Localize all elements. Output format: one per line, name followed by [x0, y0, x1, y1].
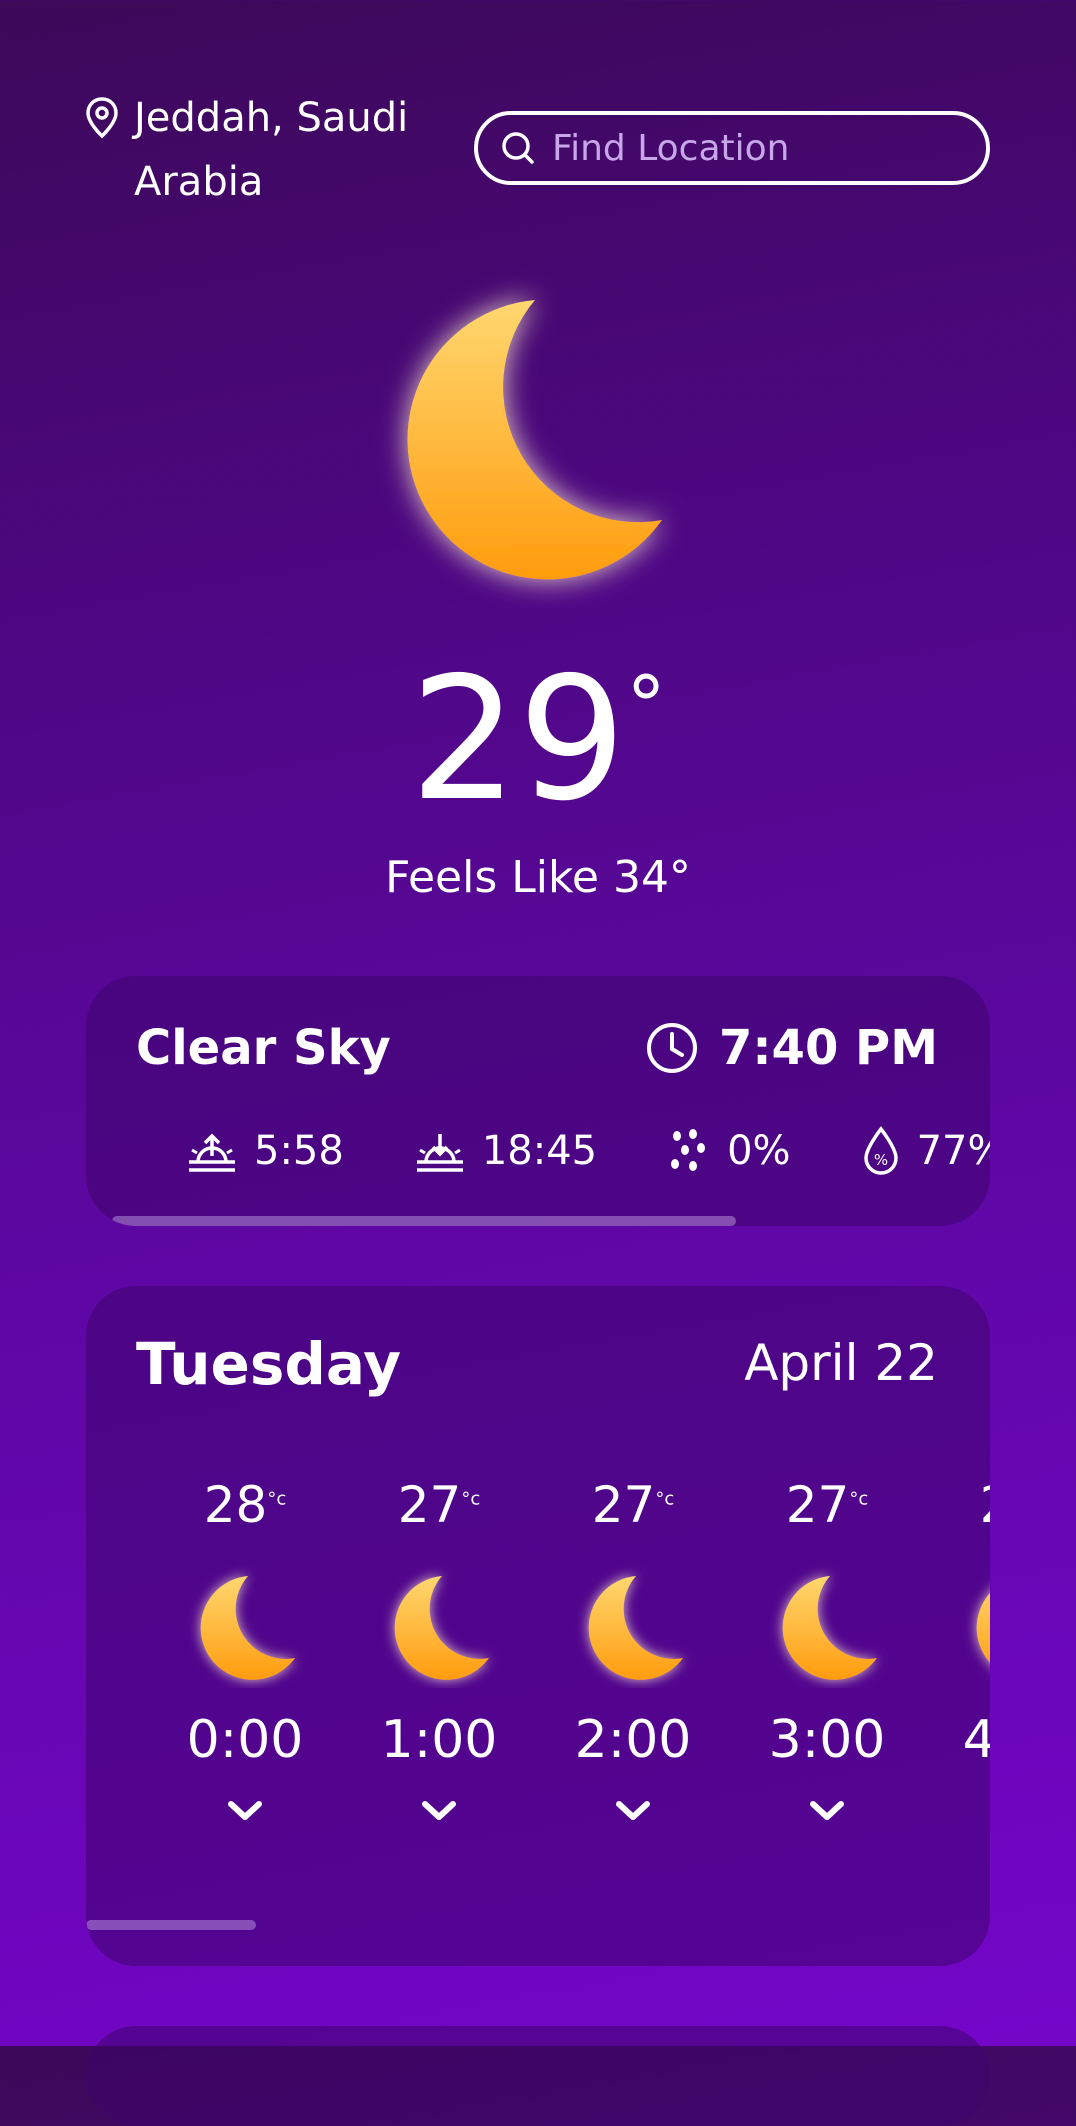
moon-icon: [588, 1576, 683, 1680]
conditions-card[interactable]: Clear Sky 7:40 PM 5:58 18:45 0% % 77: [86, 976, 990, 1226]
map-pin-icon: [86, 97, 118, 139]
hour-item[interactable]: 27°c 4:00: [924, 1476, 990, 1822]
location-name: Jeddah, Saudi Arabia: [134, 95, 409, 205]
humidity-icon: %: [863, 1126, 898, 1175]
hour-temp: 27°c: [591, 1476, 675, 1534]
hour-item[interactable]: 27°c 3:00: [730, 1476, 924, 1822]
search-input[interactable]: [550, 126, 954, 170]
hour-temp: 27°c: [980, 1476, 990, 1536]
stats-scrollbar[interactable]: [112, 1216, 736, 1226]
stats-row[interactable]: 5:58 18:45 0% % 77: [186, 1126, 990, 1176]
moon-icon: [407, 300, 662, 580]
chevron-down-icon[interactable]: [615, 1800, 651, 1822]
forecast-day: Tuesday: [136, 1330, 402, 1398]
hour-time: 1:00: [380, 1710, 498, 1770]
hour-time: 0:00: [186, 1710, 304, 1770]
forecast-date: April 22: [744, 1334, 938, 1392]
hour-item[interactable]: 27°c 1:00: [342, 1476, 536, 1822]
sunrise-icon: [189, 1133, 235, 1172]
sunset-stat: 18:45: [414, 1126, 597, 1176]
sunrise-stat: 5:58: [186, 1126, 344, 1176]
next-card[interactable]: [86, 2026, 990, 2126]
condition-title: Clear Sky: [136, 1020, 391, 1076]
hourly-forecast-card[interactable]: Tuesday April 22 28°c 0:00 27°c 1:00 27°…: [86, 1286, 990, 1966]
precipitation-stat: 0%: [667, 1126, 791, 1176]
humidity-stat: % 77%: [861, 1126, 990, 1176]
hour-temp: 27°c: [785, 1476, 869, 1534]
hour-temp: 28°c: [203, 1476, 287, 1534]
current-temperature: 29°: [409, 641, 667, 839]
hour-time: 2:00: [574, 1710, 692, 1770]
feels-like: Feels Like 34°: [385, 852, 691, 903]
hour-item[interactable]: 28°c 0:00: [148, 1476, 342, 1822]
hour-time: 3:00: [768, 1710, 886, 1770]
moon-icon: [782, 1576, 877, 1680]
sunset-icon: [416, 1134, 463, 1172]
current-time: 7:40 PM: [645, 1020, 938, 1076]
search-bar[interactable]: [474, 111, 990, 185]
precipitation-icon: [671, 1129, 706, 1171]
moon-icon: [200, 1576, 295, 1680]
moon-icon: [394, 1576, 489, 1680]
chevron-down-icon[interactable]: [421, 1800, 457, 1822]
hourly-scrollbar[interactable]: [86, 1920, 256, 1930]
hour-item[interactable]: 27°c 2:00: [536, 1476, 730, 1822]
hourly-list[interactable]: 28°c 0:00 27°c 1:00 27°c 2:00 27°c 3:00 …: [148, 1476, 990, 1822]
moon-icon: [976, 1593, 990, 1663]
hour-temp: 27°c: [397, 1476, 481, 1534]
hour-time: 4:00: [962, 1710, 990, 1770]
location-header: Jeddah, Saudi Arabia: [84, 86, 434, 214]
chevron-down-icon[interactable]: [227, 1800, 263, 1822]
svg-text:%: %: [873, 1151, 887, 1169]
clock-icon: [646, 1023, 697, 1073]
degree-symbol: °: [626, 659, 667, 752]
chevron-down-icon[interactable]: [809, 1800, 845, 1822]
search-icon: [502, 132, 534, 164]
